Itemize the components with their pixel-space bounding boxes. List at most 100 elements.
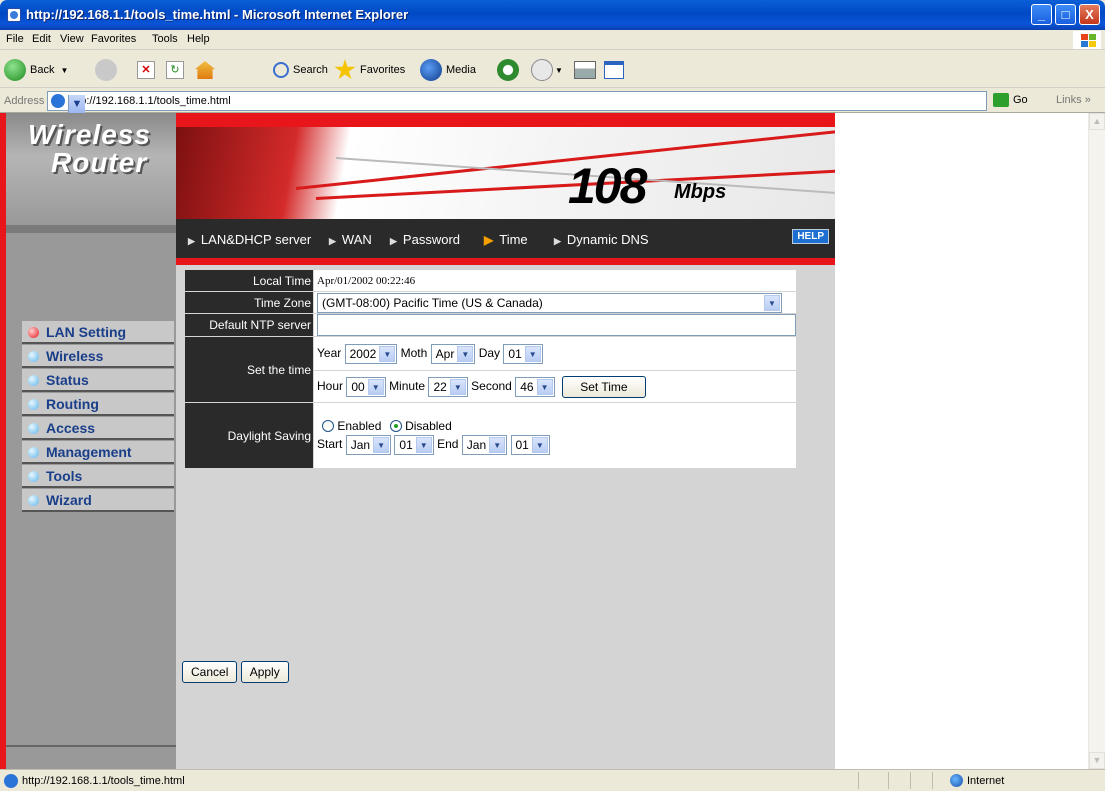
daylight-enabled-radio[interactable] bbox=[322, 420, 334, 433]
sidebar-item-management[interactable]: Management bbox=[22, 441, 174, 464]
time-zone-select[interactable]: (GMT-08:00) Pacific Time (US & Canada) ▼ bbox=[317, 292, 782, 313]
hour-select[interactable]: 00 ▼ bbox=[346, 376, 386, 397]
month-value: Apr bbox=[435, 346, 455, 361]
set-time-button[interactable]: Set Time bbox=[561, 375, 646, 398]
sidebar-item-label: Access bbox=[46, 420, 96, 436]
home-button[interactable] bbox=[195, 57, 215, 83]
month-select[interactable]: Apr ▼ bbox=[430, 343, 476, 364]
enabled-label: Enabled bbox=[337, 418, 382, 433]
hour-label: Hour bbox=[317, 378, 344, 393]
start-day-value: 01 bbox=[399, 437, 413, 452]
search-icon bbox=[273, 62, 289, 78]
home-icon bbox=[195, 61, 215, 79]
browser-window: http://192.168.1.1/tools_time.html - Mic… bbox=[0, 0, 1105, 791]
year-select[interactable]: 2002 ▼ bbox=[344, 343, 398, 364]
menu-help[interactable]: Help bbox=[187, 33, 210, 45]
day-select[interactable]: 01 ▼ bbox=[503, 343, 543, 364]
mail-icon bbox=[531, 59, 553, 81]
menu-view[interactable]: View bbox=[60, 33, 84, 45]
minute-label: Minute bbox=[389, 378, 426, 393]
sidebar-item-status[interactable]: Status bbox=[22, 369, 174, 392]
nav-time[interactable]: ▶ Time bbox=[484, 232, 528, 247]
nav-arrow-icon: ▶ bbox=[329, 236, 336, 246]
start-month-select[interactable]: Jan ▼ bbox=[345, 434, 392, 455]
address-bar: Address http://192.168.1.1/tools_time.ht… bbox=[0, 89, 1105, 113]
sidebar-item-access[interactable]: Access bbox=[22, 417, 174, 440]
sidebar-item-routing[interactable]: Routing bbox=[22, 393, 174, 416]
nav-label: WAN bbox=[341, 232, 372, 247]
scroll-down-icon[interactable]: ▼ bbox=[1089, 752, 1105, 769]
end-month-select[interactable]: Jan ▼ bbox=[461, 434, 508, 455]
favorites-button[interactable]: Favorites bbox=[334, 57, 405, 83]
chevron-down-icon: ▼ bbox=[536, 378, 553, 395]
refresh-button[interactable]: ↻ bbox=[166, 57, 184, 83]
go-arrow-icon bbox=[993, 93, 1009, 107]
links-button[interactable]: Links » bbox=[1056, 94, 1091, 106]
sidebar-item-lan-setting[interactable]: LAN Setting bbox=[22, 321, 174, 344]
nav-arrow-icon: ▶ bbox=[554, 236, 561, 246]
media-icon bbox=[420, 59, 442, 81]
chevron-down-icon: ▼ bbox=[379, 345, 396, 362]
nav-label: Password bbox=[402, 232, 460, 247]
sidebar-item-wizard[interactable]: Wizard bbox=[22, 489, 174, 512]
maximize-button[interactable]: □ bbox=[1055, 4, 1076, 25]
go-button[interactable]: Go bbox=[993, 93, 1028, 107]
favorites-label: Favorites bbox=[360, 64, 406, 76]
cancel-button[interactable]: Cancel bbox=[182, 661, 238, 683]
media-button[interactable]: Media bbox=[420, 57, 476, 83]
minute-select[interactable]: 22 ▼ bbox=[428, 376, 468, 397]
end-day-value: 01 bbox=[515, 437, 529, 452]
close-button[interactable]: X bbox=[1079, 4, 1100, 25]
sidebar-item-tools[interactable]: Tools bbox=[22, 465, 174, 488]
nav-password[interactable]: ▶ Password bbox=[390, 232, 460, 247]
menu-tools[interactable]: Tools bbox=[152, 33, 178, 45]
end-day-select[interactable]: 01 ▼ bbox=[510, 434, 550, 455]
chevron-down-icon: ▼ bbox=[415, 436, 432, 453]
nav-wan[interactable]: ▶ WAN bbox=[329, 232, 372, 247]
forward-button[interactable] bbox=[95, 57, 117, 83]
page-viewport: Wireless Router LAN Setting Wireless Sta… bbox=[0, 113, 1105, 769]
edit-button[interactable] bbox=[604, 57, 624, 83]
stop-button[interactable]: ✕ bbox=[137, 57, 155, 83]
edit-page-icon bbox=[604, 61, 624, 79]
search-button[interactable]: Search bbox=[273, 57, 328, 83]
menu-favorites[interactable]: Favorites bbox=[91, 33, 136, 45]
address-dropdown-icon[interactable]: ▼ bbox=[68, 95, 85, 113]
help-button[interactable]: HELP bbox=[792, 229, 829, 244]
back-button[interactable]: Back ▼ bbox=[4, 57, 68, 83]
minute-value: 22 bbox=[433, 379, 447, 394]
nav-lan-dhcp[interactable]: ▶ LAN&DHCP server bbox=[188, 232, 311, 247]
apply-button[interactable]: Apply bbox=[240, 661, 289, 683]
end-label: End bbox=[437, 436, 459, 451]
bullet-icon bbox=[28, 351, 39, 362]
ntp-row: Default NTP server bbox=[184, 313, 797, 337]
minimize-button[interactable]: _ bbox=[1031, 4, 1052, 25]
content-area: Local Time Apr/01/2002 00:22:46 Time Zon… bbox=[176, 265, 835, 769]
nav-dynamic-dns[interactable]: ▶ Dynamic DNS bbox=[554, 232, 649, 247]
menu-file[interactable]: File bbox=[6, 33, 24, 45]
history-button[interactable] bbox=[497, 57, 519, 83]
standard-toolbar: Back ▼ ✕ ↻ Search Favorites Media ▼ bbox=[0, 51, 1105, 88]
ntp-server-input[interactable] bbox=[317, 314, 796, 336]
chevron-down-icon: ▼ bbox=[489, 436, 506, 453]
stop-icon: ✕ bbox=[137, 61, 155, 79]
scroll-up-icon[interactable]: ▲ bbox=[1089, 113, 1105, 130]
second-select[interactable]: 46 ▼ bbox=[515, 376, 555, 397]
mail-button[interactable]: ▼ bbox=[531, 57, 563, 83]
daylight-disabled-radio[interactable] bbox=[389, 420, 402, 433]
forward-arrow-icon bbox=[95, 59, 117, 81]
time-zone-row: Time Zone (GMT-08:00) Pacific Time (US &… bbox=[184, 291, 797, 314]
go-label: Go bbox=[1013, 94, 1028, 106]
sidebar-item-label: LAN Setting bbox=[46, 324, 127, 340]
menu-edit[interactable]: Edit bbox=[32, 33, 51, 45]
print-button[interactable] bbox=[574, 57, 596, 83]
chevron-down-icon: ▼ bbox=[524, 345, 541, 362]
address-input[interactable]: http://192.168.1.1/tools_time.html ▼ bbox=[47, 91, 987, 113]
day-label: Day bbox=[478, 345, 501, 360]
sidebar-item-wireless[interactable]: Wireless bbox=[22, 345, 174, 368]
address-url: http://192.168.1.1/tools_time.html bbox=[68, 95, 231, 107]
menu-bar: File Edit View Favorites Tools Help bbox=[0, 30, 1105, 50]
vertical-scrollbar[interactable]: ▲ ▼ bbox=[1088, 113, 1105, 769]
brand-banner: Wireless Router bbox=[6, 113, 176, 223]
start-day-select[interactable]: 01 ▼ bbox=[394, 434, 434, 455]
